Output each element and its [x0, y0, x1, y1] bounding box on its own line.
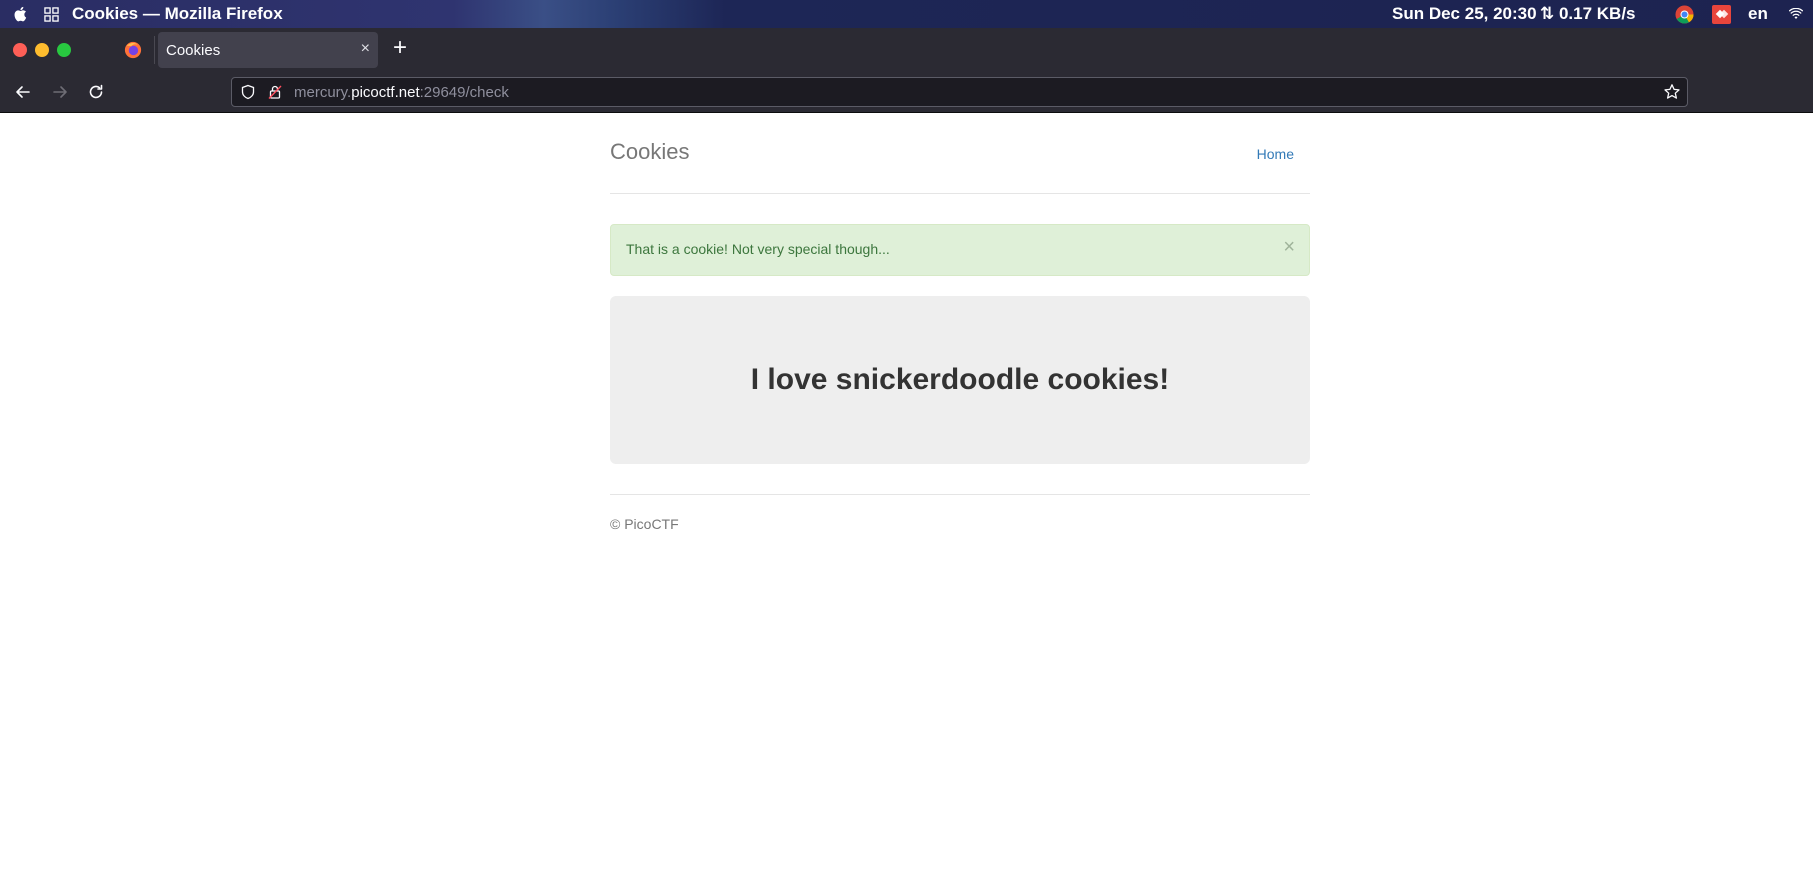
url-host: picoctf.net [351, 84, 420, 101]
url-prefix: mercury. [294, 84, 352, 101]
wifi-icon[interactable] [1789, 8, 1803, 20]
anydesk-icon[interactable] [1712, 5, 1731, 24]
forward-arrow-icon[interactable] [50, 82, 70, 102]
page-title: Cookies [610, 139, 690, 164]
url-suffix: :29649/check [419, 84, 509, 101]
nav-toolbar: mercury.picoctf.net:29649/check [0, 72, 1813, 113]
new-tab-button[interactable]: + [393, 36, 407, 60]
network-speed: ⇅ 0.17 KB/s [1540, 4, 1636, 23]
alert-close-icon[interactable]: × [1283, 237, 1295, 257]
tab-separator [154, 36, 155, 64]
system-clock[interactable]: Sun Dec 25, 20:30 [1392, 4, 1537, 24]
success-alert: That is a cookie! Not very special thoug… [610, 224, 1310, 276]
reload-icon[interactable] [86, 82, 106, 102]
back-arrow-icon[interactable] [13, 82, 33, 102]
tab-strip: Cookies × + [0, 28, 1813, 72]
insecure-lock-icon[interactable] [267, 84, 283, 100]
window-minimize-button[interactable] [35, 43, 49, 57]
window-title: Cookies — Mozilla Firefox [72, 4, 283, 23]
firefox-icon[interactable] [124, 41, 142, 59]
chrome-icon[interactable] [1675, 5, 1694, 24]
bookmark-star-icon[interactable] [1663, 83, 1681, 101]
apple-icon[interactable] [12, 5, 30, 23]
footer-copyright: © PicoCTF [610, 516, 679, 532]
window-close-button[interactable] [13, 43, 27, 57]
web-page: Cookies Home That is a cookie! Not very … [0, 113, 1813, 894]
url-text[interactable]: mercury.picoctf.net:29649/check [294, 84, 509, 101]
jumbotron-heading: I love snickerdoodle cookies! [750, 363, 1170, 396]
app-grid-icon[interactable] [44, 7, 59, 22]
jumbotron: I love snickerdoodle cookies! [610, 296, 1310, 464]
tab-cookies[interactable]: Cookies × [158, 32, 378, 68]
tab-close-icon[interactable]: × [361, 40, 370, 58]
header-divider [610, 193, 1310, 194]
tab-title: Cookies [166, 42, 221, 59]
home-link[interactable]: Home [1257, 146, 1294, 162]
address-bar[interactable]: mercury.picoctf.net:29649/check [231, 77, 1688, 107]
alert-message: That is a cookie! Not very special thoug… [626, 241, 890, 257]
footer-divider [610, 494, 1310, 495]
keyboard-language[interactable]: en [1748, 4, 1768, 24]
tracking-protection-shield-icon[interactable] [240, 84, 256, 100]
os-menu-bar: Cookies — Mozilla Firefox Sun Dec 25, 20… [0, 0, 1813, 28]
window-maximize-button[interactable] [57, 43, 71, 57]
